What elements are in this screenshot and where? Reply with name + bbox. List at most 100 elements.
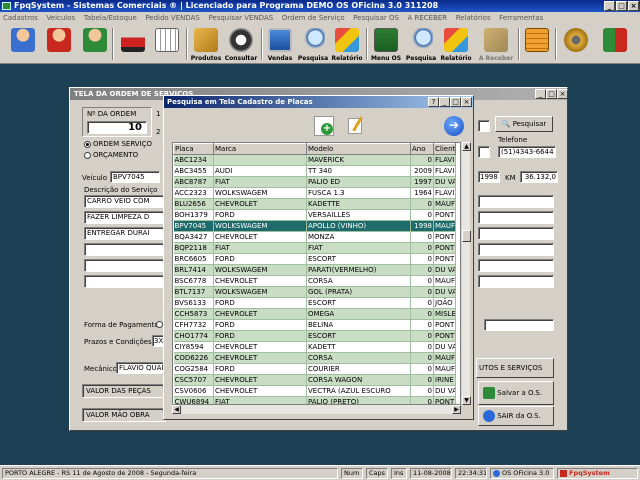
os-small-field[interactable] <box>478 120 490 132</box>
confirm-arrow-icon[interactable]: ➔ <box>444 116 464 136</box>
mecanico-field[interactable]: FLAVIO QUADR <box>116 362 166 374</box>
veiculo-field[interactable]: BPV7045 <box>110 171 160 183</box>
client-button[interactable] <box>6 26 40 62</box>
scroll-up-arrow-icon[interactable]: ▲ <box>462 142 471 151</box>
menu-cadastros[interactable]: Cadastros <box>0 12 41 24</box>
sair-os-button[interactable]: SAIR da O.S. <box>478 406 554 426</box>
table-row-selected[interactable]: BPV7045 WOLKSWAGEM APOLLO (VINHO) 1998 MAUF <box>173 220 456 232</box>
table-row[interactable]: CIY8594 CHEVROLET KADETT 0 DU VA <box>173 341 456 353</box>
desc-right-1[interactable] <box>478 195 554 208</box>
col-placa[interactable]: Placa <box>173 143 214 155</box>
relatorio-vendas-button[interactable]: Relatório <box>330 26 364 62</box>
minimize-button[interactable]: _ <box>604 1 615 11</box>
radio-orcamento[interactable]: ORÇAMENTO <box>84 151 138 159</box>
schedule-button[interactable] <box>150 26 184 62</box>
table-row[interactable]: CHO1774 FORD ESCORT 0 PONT <box>173 330 456 342</box>
col-cliente[interactable]: Cliente <box>433 143 456 155</box>
col-marca[interactable]: Marca <box>213 143 307 155</box>
table-row[interactable]: BQP2118 FIAT FIAT 0 PONT <box>173 242 456 254</box>
col-ano[interactable]: Ano <box>410 143 434 155</box>
table-row[interactable]: COG2584 FORD COURIER 0 MAUF <box>173 363 456 375</box>
descricao-line-4[interactable] <box>84 243 168 256</box>
table-row[interactable]: BQA3427 CHEVROLET MONZA 0 PONT <box>173 231 456 243</box>
vehicle-button[interactable] <box>116 26 150 62</box>
grid-horizontal-scrollbar[interactable]: ◀ ▶ <box>172 405 461 414</box>
employee-button[interactable] <box>78 26 112 62</box>
produtos-servicos-button[interactable]: UTOS E SERVIÇOS <box>476 358 554 378</box>
descricao-line-5[interactable] <box>84 259 168 272</box>
table-row[interactable]: BOH1379 FORD VERSAILLES 0 PONT <box>173 209 456 221</box>
pesquisar-button[interactable]: 🔍 Pesquisar <box>495 116 553 132</box>
dialog-minimize-button[interactable]: _ <box>439 97 450 107</box>
table-row[interactable]: CCH5873 CHEVROLET OMEGA 0 MISLE <box>173 308 456 320</box>
relatorio-os-button[interactable]: Relatório <box>438 26 474 62</box>
descricao-line-3[interactable]: ENTREGAR DURAI <box>84 227 168 240</box>
table-row[interactable]: CSV0606 CHEVROLET VECTRA (AZUL ESCURO 0 DU V… <box>173 385 456 397</box>
table-row[interactable]: BLU2656 CHEVROLET KADETTE 0 MAUF <box>173 198 456 210</box>
menu-ferramentas[interactable]: Ferramentas <box>496 12 546 24</box>
descricao-line-2[interactable]: FAZER LIMPEZA D <box>84 211 168 224</box>
desc-right-6[interactable] <box>478 275 554 288</box>
menu-pesquisar-vendas[interactable]: Pesquisar VENDAS <box>205 12 276 24</box>
descricao-line-1[interactable]: CARRO VEIO COM <box>84 195 168 208</box>
dialog-help-button[interactable]: ? <box>428 97 439 107</box>
menu-os-button[interactable]: Menu OS <box>369 26 403 62</box>
col-modelo[interactable]: Modelo <box>306 143 411 155</box>
scroll-right-arrow-icon[interactable]: ▶ <box>452 405 461 414</box>
os-close-button[interactable]: × <box>557 89 568 99</box>
dialog-maximize-button[interactable]: □ <box>450 97 461 107</box>
settings-button[interactable] <box>560 26 592 62</box>
close-button[interactable]: × <box>628 1 639 11</box>
n-ordem-field[interactable]: 10 <box>87 121 147 134</box>
table-row[interactable]: BRL7414 WOLKSWAGEM PARATI(VERMELHO) 0 DU VA <box>173 264 456 276</box>
supplier-button[interactable] <box>42 26 76 62</box>
radio-ordem-servico[interactable]: ORDEM SERVIÇO <box>84 140 152 148</box>
pagamento-right-field[interactable] <box>484 319 554 331</box>
desc-right-2[interactable] <box>478 211 554 224</box>
table-row[interactable]: COD6226 CHEVROLET CORSA 0 MAUF <box>173 352 456 364</box>
menu-a-receber[interactable]: A RECEBER <box>404 12 450 24</box>
pesquisa-vendas-button[interactable]: Pesquisa <box>297 26 329 62</box>
add-record-button[interactable]: + <box>314 116 334 136</box>
os-minimize-button[interactable]: _ <box>535 89 546 99</box>
menu-pedido-vendas[interactable]: Pedido VENDAS <box>142 12 203 24</box>
scroll-down-arrow-icon[interactable]: ▼ <box>462 396 471 405</box>
table-row[interactable]: ACC2323 WOLKSWAGEM FUSCA 1.3 1964 FLAVI <box>173 187 456 199</box>
desc-right-4[interactable] <box>478 243 554 256</box>
table-row[interactable]: ABC1234 MAVERICK 0 FLAVI <box>173 154 456 166</box>
descricao-line-6[interactable] <box>84 275 168 288</box>
a-receber-button[interactable]: A Receber <box>476 26 516 62</box>
table-row[interactable]: BTL7137 WOLKSWAGEM GOL (PRATA) 0 DU VA <box>173 286 456 298</box>
scroll-thumb[interactable] <box>462 230 471 242</box>
os-small-field-2[interactable] <box>478 146 490 158</box>
table-row[interactable]: BVS6133 FORD ESCORT 0 JOÃO <box>173 297 456 309</box>
grid-vertical-scrollbar[interactable]: ▲ ▼ <box>461 142 471 405</box>
table-row[interactable]: ABC8787 FIAT PALIO ED 1997 DU VA <box>173 176 456 188</box>
menu-relatorios[interactable]: Relatórios <box>453 12 494 24</box>
desc-right-3[interactable] <box>478 227 554 240</box>
vendas-button[interactable]: Vendas <box>264 26 296 62</box>
consultar-button[interactable]: Consultar <box>223 26 259 62</box>
table-row[interactable]: BRC6605 FORD ESCORT 0 PONT <box>173 253 456 265</box>
ano-field[interactable]: 1998 <box>478 171 500 183</box>
dialog-close-button[interactable]: × <box>461 97 472 107</box>
maximize-button[interactable]: □ <box>616 1 627 11</box>
forma-pagamento-radio[interactable] <box>156 321 163 328</box>
salvar-os-button[interactable]: Salvar a O.S. <box>478 381 554 405</box>
scroll-left-arrow-icon[interactable]: ◀ <box>172 405 181 414</box>
exit-button[interactable] <box>598 26 632 62</box>
table-row[interactable]: ABC3455 AUDI TT 340 2009 FLAVI <box>173 165 456 177</box>
menu-tabela-estoque[interactable]: Tabela/Estoque <box>81 12 140 24</box>
os-maximize-button[interactable]: □ <box>546 89 557 99</box>
menu-pesquisar-os[interactable]: Pesquisar OS <box>350 12 402 24</box>
table-row[interactable]: BSC6778 CHEVROLET CORSA 0 MAUF <box>173 275 456 287</box>
menu-ordem-servico[interactable]: Ordem de Serviço <box>279 12 348 24</box>
table-row[interactable]: CFH7732 FORD BELINA 0 PONT <box>173 319 456 331</box>
desc-right-5[interactable] <box>478 259 554 272</box>
menu-veiculos[interactable]: Veiculos <box>44 12 79 24</box>
telefone-field[interactable]: (51)4343-6644 <box>498 146 556 158</box>
km-field[interactable]: 36.132,0 <box>520 171 558 183</box>
table-row[interactable]: CWU6894 FIAT PALIO (PRETO) 0 PONT <box>173 396 456 404</box>
produtos-button[interactable]: Produtos <box>189 26 223 62</box>
table-row[interactable]: CSC5707 CHEVROLET CORSA WAGON 0 IRINE <box>173 374 456 386</box>
